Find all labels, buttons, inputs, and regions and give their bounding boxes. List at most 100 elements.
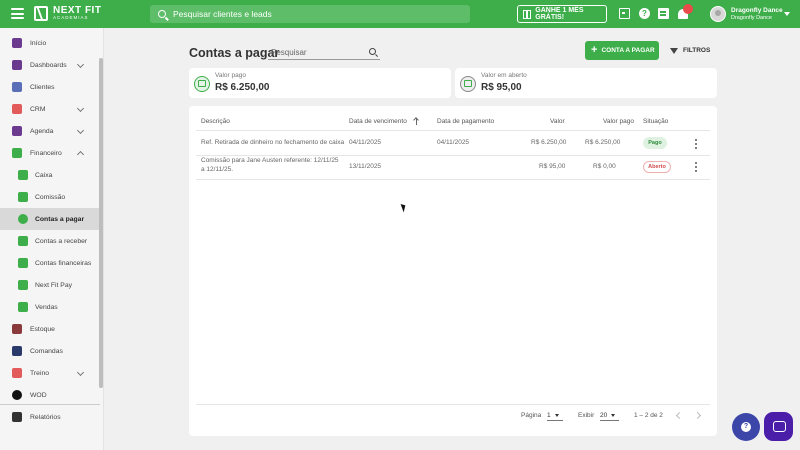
avatar[interactable]: [710, 6, 726, 22]
sidebar-item-label: Vendas: [35, 303, 58, 311]
calendar-icon: [12, 126, 22, 136]
help-fab-button[interactable]: ?: [732, 413, 760, 441]
chat-fab-button[interactable]: [764, 412, 793, 441]
sidebar-item-label: Caixa: [35, 171, 53, 179]
sidebar-item-comissao[interactable]: Comissão: [0, 186, 103, 208]
card-icon: [18, 280, 28, 290]
sidebar-item-next-fit-pay[interactable]: Next Fit Pay: [0, 274, 103, 296]
page-size-select[interactable]: 20: [600, 410, 619, 421]
dollar-icon: [18, 236, 28, 246]
global-search-input[interactable]: Pesquisar clientes e leads: [150, 5, 470, 23]
kpi-card-valor-pago: Valor pago R$ 6.250,00: [189, 68, 451, 98]
col-header-pagamento[interactable]: Data de pagamento: [437, 118, 494, 125]
page-select[interactable]: 1: [547, 410, 563, 421]
sidebar: Início Dashboards Clientes CRM Agenda Fi…: [0, 28, 104, 450]
sidebar-item-treino[interactable]: Treino: [0, 362, 103, 384]
sidebar-item-clientes[interactable]: Clientes: [0, 76, 103, 98]
arrow-up-icon[interactable]: [413, 117, 420, 126]
sidebar-item-dashboards[interactable]: Dashboards: [0, 54, 103, 76]
message-icon[interactable]: [658, 8, 669, 19]
user-subtitle: Dragonfly Dance: [731, 15, 772, 21]
chevron-down-icon[interactable]: [76, 60, 85, 69]
sidebar-item-label: Agenda: [30, 127, 54, 135]
page-search-placeholder: Pesquisar: [271, 48, 307, 57]
promo-button[interactable]: GANHE 1 MÊS GRÁTIS!: [517, 5, 607, 23]
sidebar-item-label: WOD: [30, 391, 47, 399]
chart-line-icon: [12, 60, 22, 70]
sidebar-scrollbar[interactable]: [99, 58, 103, 388]
sidebar-item-contas-a-pagar[interactable]: Contas a pagar: [0, 208, 103, 230]
sidebar-item-financeiro[interactable]: Financeiro: [0, 142, 103, 164]
sidebar-item-label: Estoque: [30, 325, 55, 333]
notification-badge: [683, 4, 693, 14]
search-icon[interactable]: [369, 48, 376, 55]
add-conta-label: CONTA A PAGAR: [601, 47, 655, 54]
page-label: Página: [521, 412, 542, 419]
money-icon: [12, 148, 22, 158]
add-conta-button[interactable]: + CONTA A PAGAR: [585, 41, 659, 60]
sidebar-item-crm[interactable]: CRM: [0, 98, 103, 120]
help-icon: ?: [741, 422, 751, 432]
table-divider: [196, 155, 710, 156]
sidebar-item-relatorios[interactable]: Relatórios: [0, 406, 103, 428]
sidebar-item-agenda[interactable]: Agenda: [0, 120, 103, 142]
chevron-down-icon[interactable]: [76, 126, 85, 135]
kpi-value: R$ 95,00: [481, 82, 522, 93]
page-range: 1 – 2 de 2: [634, 412, 663, 419]
menu-icon[interactable]: [11, 8, 24, 19]
chevron-up-icon[interactable]: [76, 150, 85, 159]
exit-door-icon[interactable]: [619, 8, 630, 19]
dumbbell-icon: [12, 368, 22, 378]
sidebar-item-caixa[interactable]: Caixa: [0, 164, 103, 186]
chevron-down-icon[interactable]: [784, 12, 790, 16]
sidebar-item-inicio[interactable]: Início: [0, 32, 103, 54]
sales-icon: [18, 302, 28, 312]
page-title: Contas a pagar: [189, 46, 280, 60]
sidebar-item-vendas[interactable]: Vendas: [0, 296, 103, 318]
nextfit-logo-icon: [34, 6, 48, 21]
sidebar-item-label: Dashboards: [30, 61, 67, 69]
sidebar-item-contas-a-receber[interactable]: Contas a receber: [0, 230, 103, 252]
gift-icon: [523, 9, 532, 19]
col-header-descricao[interactable]: Descrição: [201, 118, 230, 125]
sidebar-item-label: CRM: [30, 105, 46, 113]
col-header-valor-pago[interactable]: Valor pago: [603, 118, 634, 125]
cell-pagamento: 04/11/2025: [437, 139, 470, 146]
brand-sub: ACADEMIAS: [53, 15, 89, 21]
sidebar-item-estoque[interactable]: Estoque: [0, 318, 103, 340]
promo-label: GANHE 1 MÊS GRÁTIS!: [535, 7, 584, 21]
sidebar-item-wod[interactable]: WOD: [0, 384, 103, 406]
chevron-down-icon[interactable]: [76, 368, 85, 377]
page-select-value: 1: [547, 411, 551, 419]
user-name[interactable]: Dragonfly Dance: [731, 7, 783, 14]
filter-button[interactable]: FILTROS: [670, 43, 714, 58]
status-badge: Pago: [643, 137, 667, 149]
help-icon[interactable]: ?: [639, 8, 650, 19]
col-header-valor[interactable]: Valor: [550, 118, 565, 125]
kpi-value: R$ 6.250,00: [215, 82, 270, 93]
sidebar-item-contas-financeiras[interactable]: Contas financeiras: [0, 252, 103, 274]
chevron-down-icon[interactable]: [76, 104, 85, 113]
sidebar-item-label: Início: [30, 39, 47, 47]
sidebar-item-label: Next Fit Pay: [35, 281, 73, 289]
page-search-input[interactable]: Pesquisar: [268, 45, 380, 60]
col-header-vencimento[interactable]: Data de vencimento: [349, 118, 407, 125]
global-search-placeholder: Pesquisar clientes e leads: [173, 9, 272, 19]
more-vert-icon[interactable]: [693, 162, 699, 172]
report-icon: [12, 412, 22, 422]
brand-logo[interactable]: NEXT FIT ACADEMIAS: [34, 6, 101, 21]
sidebar-divider: [0, 404, 100, 405]
sidebar-item-label: Relatórios: [30, 413, 61, 421]
sidebar-item-label: Comissão: [35, 193, 66, 201]
top-bar: NEXT FIT ACADEMIAS Pesquisar clientes e …: [0, 0, 800, 28]
money-icon: [460, 76, 476, 92]
caret-down-icon: [554, 413, 559, 417]
page-size-value: 20: [600, 411, 608, 419]
pagination-divider: [196, 404, 710, 405]
filter-icon: [670, 47, 678, 54]
people-icon: [12, 82, 22, 92]
cell-valor: R$ 6.250,00: [531, 139, 567, 146]
col-header-situacao[interactable]: Situação: [643, 118, 668, 125]
sidebar-item-comandas[interactable]: Comandas: [0, 340, 103, 362]
more-vert-icon[interactable]: [693, 139, 699, 149]
